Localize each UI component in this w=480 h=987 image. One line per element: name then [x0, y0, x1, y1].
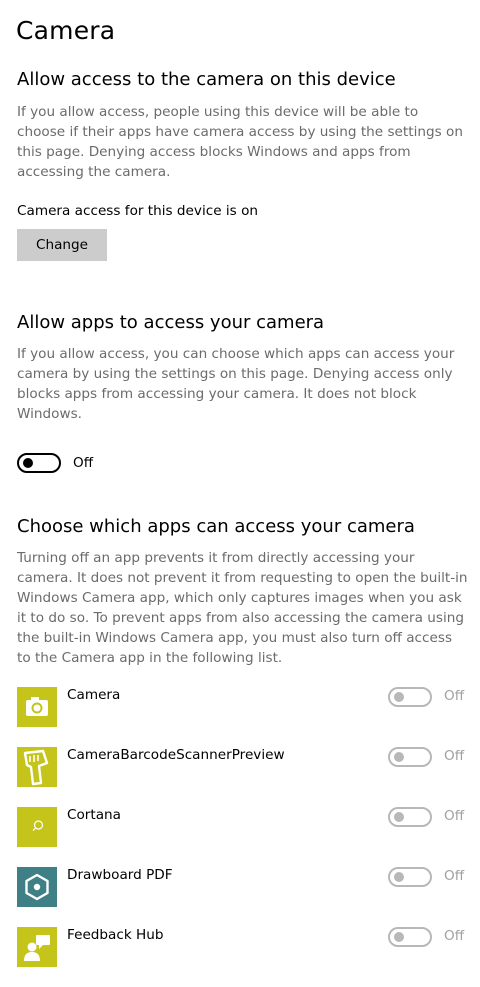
- toggle-knob: [394, 752, 404, 762]
- app-row-camerabarcodescannerpreview: CameraBarcodeScannerPreview Off: [0, 747, 480, 807]
- app-toggle-label: Off: [444, 868, 465, 884]
- cortana-toggle[interactable]: [388, 807, 432, 827]
- feedback-hub-toggle[interactable]: [388, 927, 432, 947]
- drawboard-pdf-toggle[interactable]: [388, 867, 432, 887]
- camera-toggle[interactable]: [388, 687, 432, 707]
- app-name: Camera: [67, 687, 121, 703]
- device-access-heading: Allow access to the camera on this devic…: [17, 69, 396, 90]
- toggle-knob: [394, 812, 404, 822]
- choose-apps-description: Turning off an app prevents it from dire…: [17, 550, 468, 666]
- app-row-camera: Camera Off: [0, 687, 480, 747]
- app-name: Feedback Hub: [67, 927, 164, 943]
- app-toggle-label: Off: [444, 688, 465, 704]
- app-toggle-label: Off: [444, 808, 465, 824]
- app-name: CameraBarcodeScannerPreview: [67, 747, 285, 763]
- camerabarcodescannerpreview-toggle[interactable]: [388, 747, 432, 767]
- apps-access-toggle[interactable]: [17, 453, 61, 473]
- app-row-drawboard-pdf: Drawboard PDF Off: [0, 867, 480, 927]
- device-access-description: If you allow access, people using this d…: [17, 104, 463, 180]
- app-toggle-label: Off: [444, 748, 465, 764]
- app-toggle-label: Off: [444, 928, 465, 944]
- toggle-knob: [23, 458, 33, 468]
- search-icon: [17, 807, 57, 847]
- hexagon-icon: [17, 867, 57, 907]
- feedback-icon: [17, 927, 57, 967]
- page-title: Camera: [16, 16, 116, 45]
- app-name: Drawboard PDF: [67, 867, 173, 883]
- app-row-feedback-hub: Feedback Hub Off: [0, 927, 480, 987]
- change-button[interactable]: Change: [17, 229, 107, 261]
- apps-access-heading: Allow apps to access your camera: [17, 312, 325, 333]
- toggle-knob: [394, 932, 404, 942]
- barcode-scanner-icon: [17, 747, 57, 787]
- device-access-status: Camera access for this device is on: [17, 203, 259, 219]
- app-name: Cortana: [67, 807, 122, 823]
- apps-access-toggle-label: Off: [73, 455, 94, 471]
- camera-icon: [17, 687, 57, 727]
- apps-access-description: If you allow access, you can choose whic…: [17, 346, 455, 422]
- app-row-cortana: Cortana Off: [0, 807, 480, 867]
- toggle-knob: [394, 872, 404, 882]
- choose-apps-heading: Choose which apps can access your camera: [17, 516, 415, 537]
- toggle-knob: [394, 692, 404, 702]
